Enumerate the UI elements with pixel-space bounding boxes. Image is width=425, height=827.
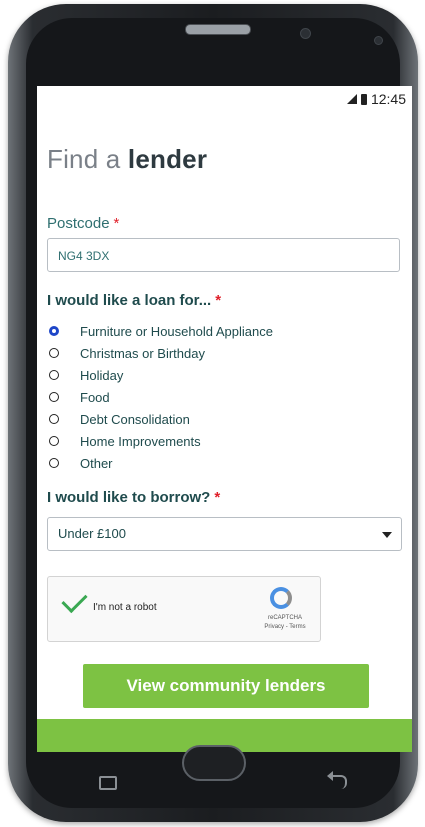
postcode-input[interactable]: NG4 3DX <box>47 238 400 272</box>
loan-option-label: Debt Consolidation <box>80 411 190 427</box>
radio-icon[interactable] <box>49 414 59 424</box>
loan-option-label: Food <box>80 389 110 405</box>
page-title: Find a lender <box>47 144 207 175</box>
speaker-grille <box>185 24 251 35</box>
back-icon[interactable] <box>327 771 347 789</box>
borrow-amount-value: Under £100 <box>58 526 126 541</box>
loan-option-label: Christmas or Birthday <box>80 345 205 361</box>
loan-question-text: I would like a loan for... <box>47 292 212 309</box>
radio-icon[interactable] <box>49 392 59 402</box>
captcha-brand: reCAPTCHA Privacy - Terms <box>251 614 319 632</box>
loan-options: Furniture or Household Appliance Christm… <box>49 320 273 474</box>
sensor-icon <box>300 28 311 39</box>
borrow-amount-select[interactable]: Under £100 <box>47 517 402 551</box>
status-time: 12:45 <box>370 91 406 107</box>
loan-question: I would like a loan for... * <box>47 292 221 309</box>
loan-option[interactable]: Home Improvements <box>49 430 273 452</box>
postcode-label-text: Postcode <box>47 215 110 232</box>
view-lenders-button[interactable]: View community lenders <box>83 664 369 708</box>
loan-option[interactable]: Holiday <box>49 364 273 386</box>
chevron-down-icon[interactable] <box>382 532 392 538</box>
recaptcha-logo-icon <box>270 587 292 609</box>
home-button[interactable] <box>182 745 246 781</box>
loan-option-label: Furniture or Household Appliance <box>80 323 273 339</box>
status-bar: 12:45 <box>346 90 406 108</box>
radio-icon[interactable] <box>49 436 59 446</box>
required-mark: * <box>214 489 221 506</box>
loan-option-label: Holiday <box>80 367 124 383</box>
radio-icon[interactable] <box>49 458 59 468</box>
borrow-question-text: I would like to borrow? <box>47 489 211 506</box>
loan-option[interactable]: Other <box>49 452 273 474</box>
required-mark: * <box>215 292 222 309</box>
phone-screen: 12:45 Find a lender Postcode * NG4 3DX I … <box>37 86 412 752</box>
postcode-label: Postcode * <box>47 215 119 232</box>
loan-option[interactable]: Food <box>49 386 273 408</box>
borrow-question: I would like to borrow? * <box>47 489 220 506</box>
front-camera-icon <box>374 36 383 45</box>
radio-icon[interactable] <box>49 370 59 380</box>
captcha-links[interactable]: Privacy - Terms <box>251 623 319 632</box>
signal-icon <box>346 94 357 104</box>
loan-option[interactable]: Furniture or Household Appliance <box>49 320 273 342</box>
captcha-label: I'm not a robot <box>93 602 157 613</box>
radio-icon[interactable] <box>49 348 59 358</box>
radio-selected-icon[interactable] <box>49 326 59 336</box>
recent-apps-icon[interactable] <box>99 776 117 790</box>
loan-option-label: Other <box>80 455 113 471</box>
checkmark-icon[interactable] <box>61 586 88 614</box>
loan-option[interactable]: Christmas or Birthday <box>49 342 273 364</box>
required-mark: * <box>113 215 120 232</box>
title-light: Find a <box>47 144 121 174</box>
battery-icon <box>360 93 367 105</box>
recaptcha-widget[interactable]: I'm not a robot reCAPTCHA Privacy - Term… <box>47 576 321 642</box>
title-bold: lender <box>127 144 208 174</box>
loan-option-label: Home Improvements <box>80 433 201 449</box>
captcha-brand-text: reCAPTCHA <box>267 615 302 621</box>
loan-option[interactable]: Debt Consolidation <box>49 408 273 430</box>
